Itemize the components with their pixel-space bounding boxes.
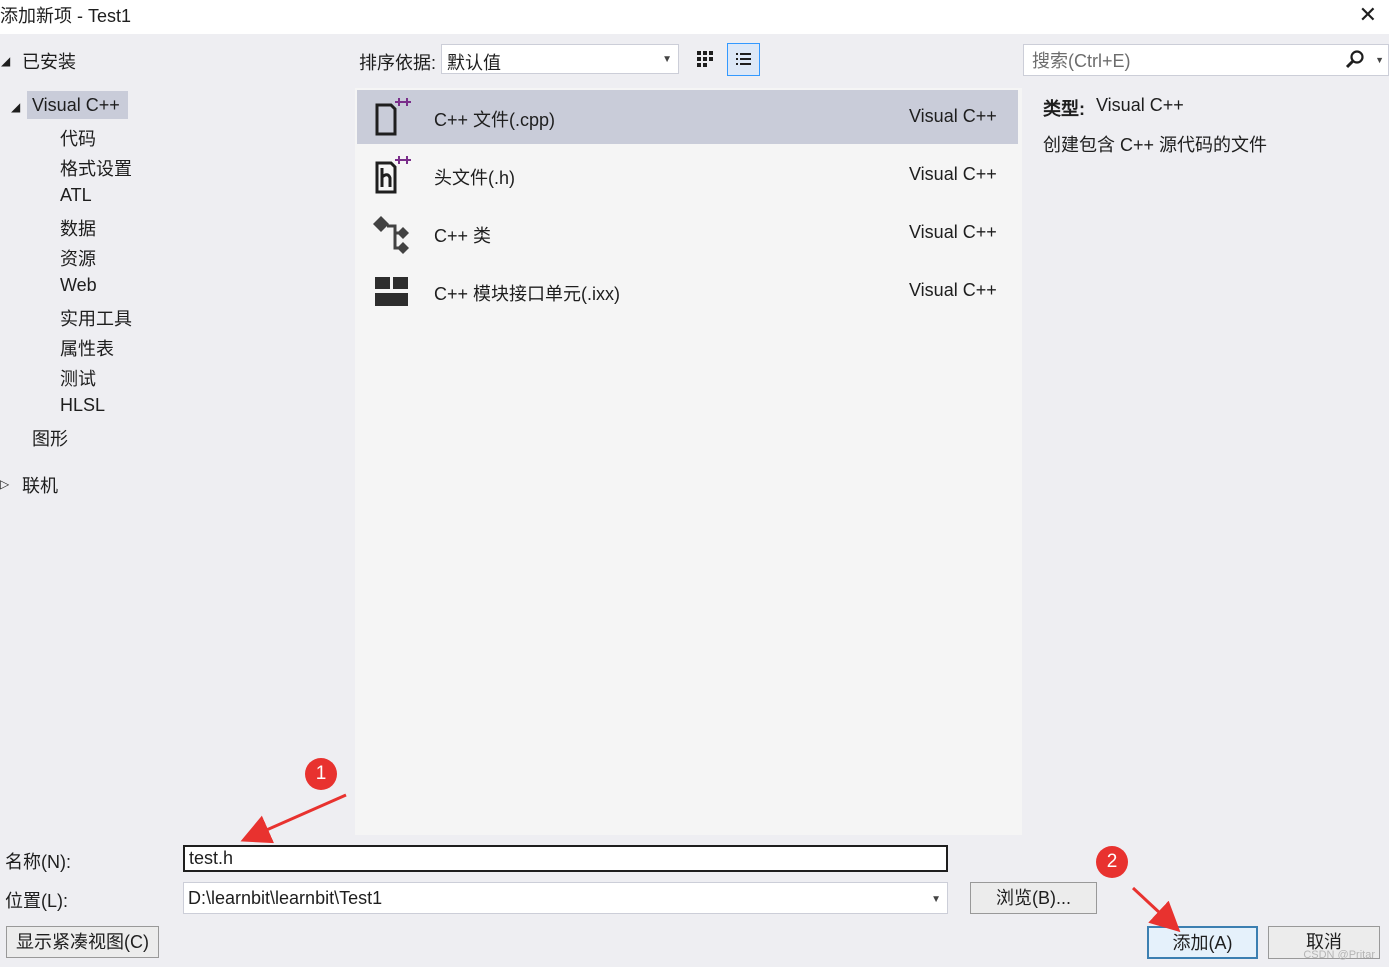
watermark: CSDN @Pritar: [1303, 949, 1375, 961]
annotation-arrow-1: [240, 793, 347, 844]
annotation-arrows: [240, 793, 1181, 933]
annotation-badge-1: 1: [305, 758, 337, 790]
annotation-arrow-2: [1131, 886, 1181, 933]
annotation-badge-2: 2: [1096, 846, 1128, 878]
